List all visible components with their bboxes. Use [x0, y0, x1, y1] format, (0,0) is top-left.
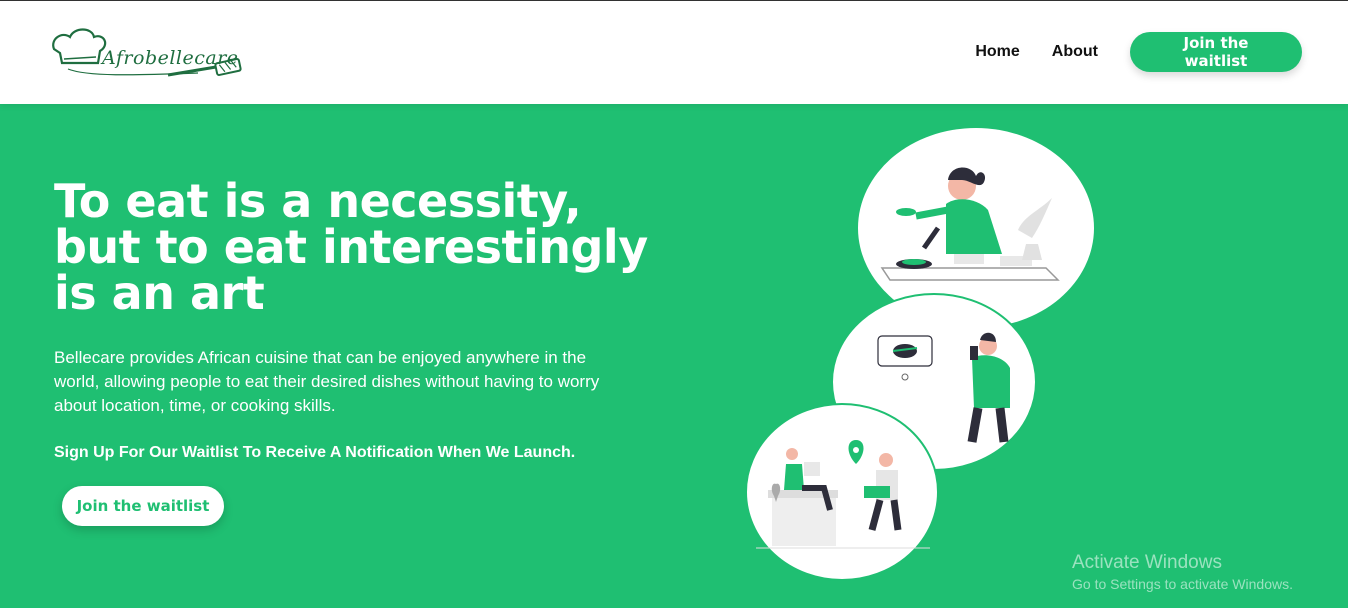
watermark-title: Activate Windows — [1072, 552, 1222, 573]
watermark-subtitle: Go to Settings to activate Windows. — [1072, 576, 1293, 592]
brand-logo[interactable]: Afrobellecare — [48, 23, 248, 85]
windows-activation-watermark: Activate Windows Go to Settings to activ… — [1072, 552, 1293, 592]
hero-description: Bellecare provides African cuisine that … — [54, 348, 600, 415]
join-waitlist-hero-button[interactable]: Join the waitlist — [62, 486, 224, 526]
headline-line-3: is an art — [54, 266, 265, 320]
headline-line-2: but to eat interestingly — [54, 220, 648, 274]
hero-illustrations — [740, 120, 1110, 590]
nav-about-link[interactable]: About — [1052, 43, 1098, 61]
nav-home-link[interactable]: Home — [975, 43, 1019, 61]
headline-line-1: To eat is a necessity, — [54, 174, 582, 228]
waitlist-callout: Sign Up For Our Waitlist To Receive A No… — [54, 444, 576, 461]
main-nav: Home About Join the waitlist — [975, 32, 1302, 72]
hero-section: To eat is a necessity, but to eat intere… — [0, 104, 1348, 608]
brand-wordmark: Afrobellecare — [102, 47, 239, 69]
woman-eating-illustration — [858, 128, 1094, 328]
join-waitlist-nav-button[interactable]: Join the waitlist — [1130, 32, 1302, 72]
food-delivery-illustration — [745, 403, 939, 581]
site-header: Afrobellecare Home About Join the waitli… — [0, 1, 1348, 104]
hero-headline: To eat is a necessity, but to eat intere… — [54, 178, 694, 316]
